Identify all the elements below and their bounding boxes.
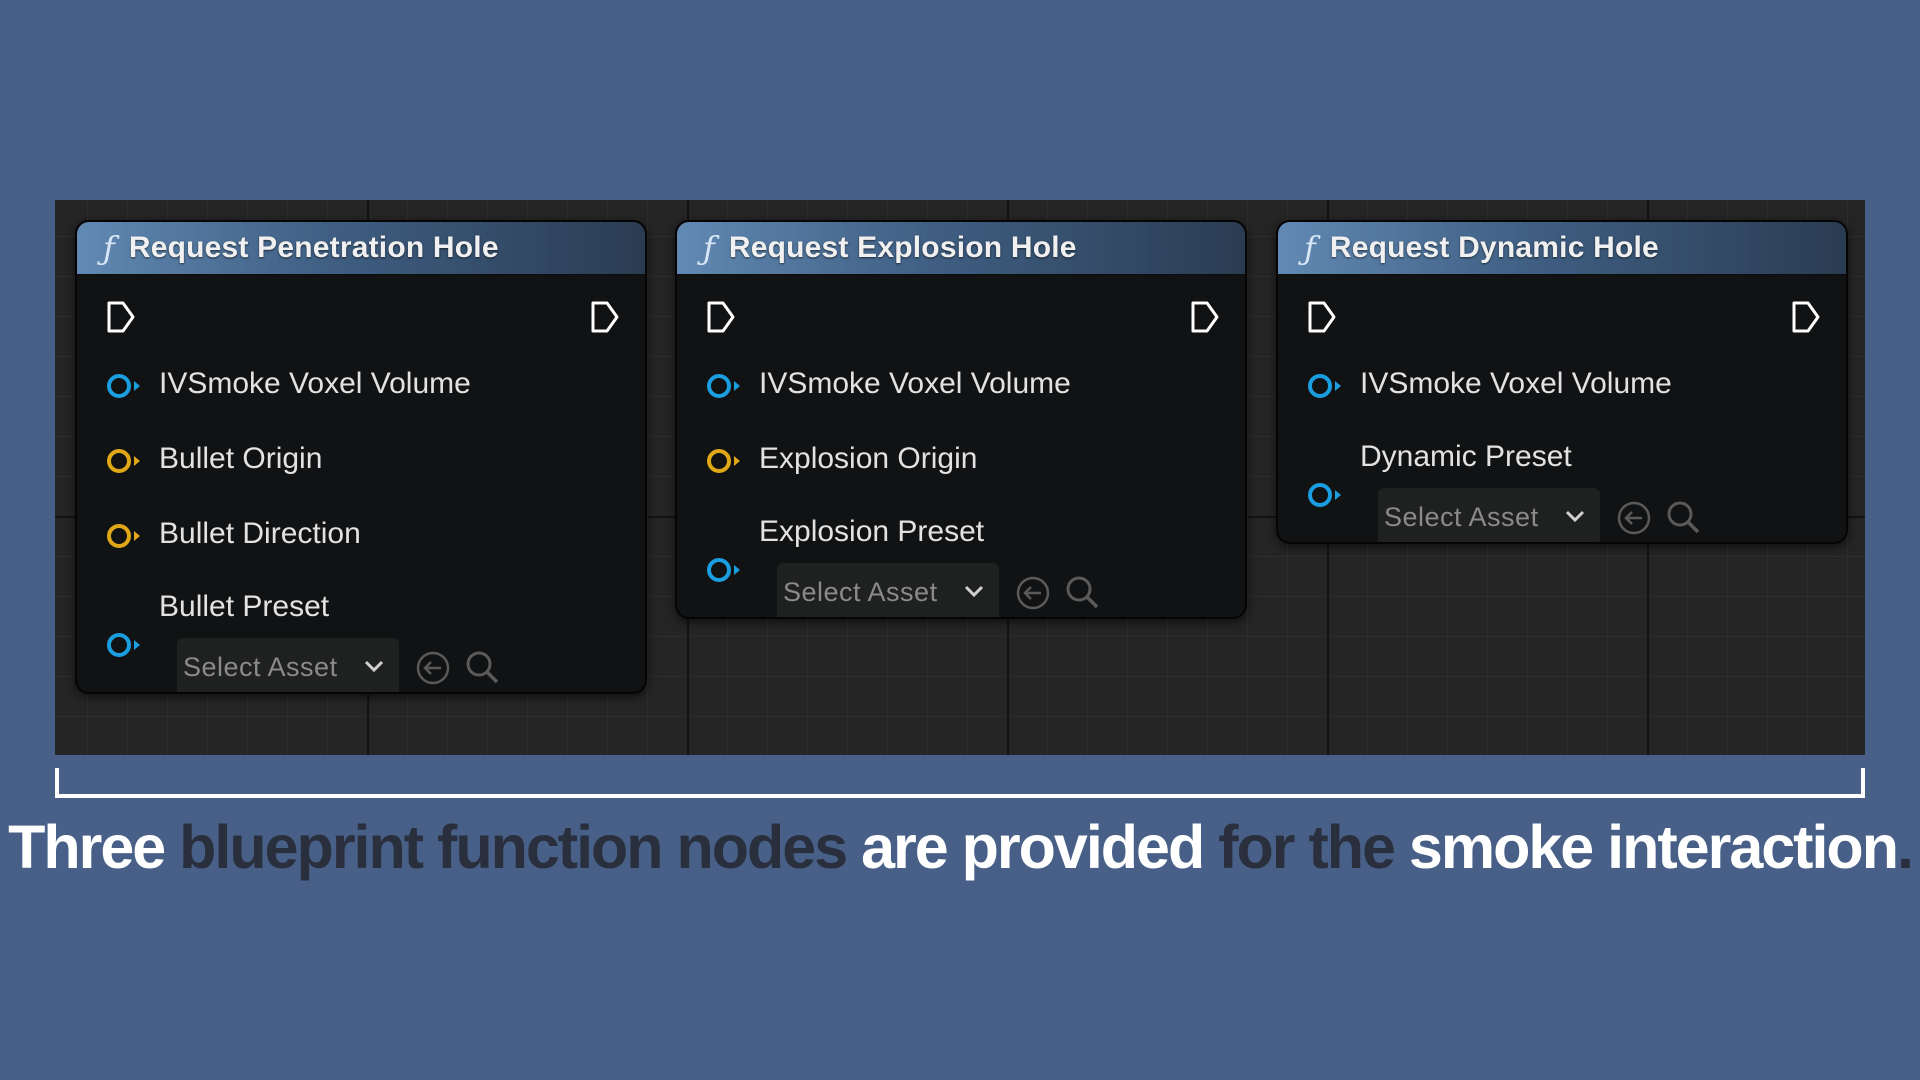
caption-part: smoke interaction [1408, 813, 1899, 881]
select-asset-text: Select Asset [1384, 501, 1539, 532]
exec-row [1278, 275, 1846, 351]
select-asset-text: Select Asset [183, 651, 338, 682]
exec-in-pin-icon[interactable] [105, 299, 137, 335]
function-icon: ƒ [1304, 229, 1316, 267]
caption-part: for the [1218, 813, 1396, 881]
use-selected-asset-icon[interactable] [1616, 500, 1652, 536]
pin-label: IVSmoke Voxel Volume [759, 367, 1071, 400]
exec-out-pin-icon[interactable] [589, 299, 621, 335]
vector-pin-icon[interactable] [105, 521, 145, 551]
object-pin-icon[interactable] [1306, 480, 1346, 510]
pin-label: Bullet Direction [159, 517, 361, 550]
pin-explosion-preset: Explosion Preset Select Asset [677, 501, 1245, 617]
browse-asset-icon[interactable] [1664, 498, 1702, 536]
exec-row [677, 275, 1245, 351]
pin-label: Bullet Preset [159, 590, 330, 623]
node-title: Request Dynamic Hole [1329, 231, 1659, 264]
select-asset-dropdown[interactable]: Select Asset [1378, 488, 1600, 542]
object-pin-icon[interactable] [1306, 371, 1346, 401]
select-asset-dropdown[interactable]: Select Asset [777, 563, 999, 617]
pin-ivsmoke-voxel-volume: IVSmoke Voxel Volume [677, 351, 1245, 426]
blueprint-graph-canvas[interactable]: ƒ Request Penetration Hole IVSmoke Voxel… [55, 200, 1865, 755]
select-asset-text: Select Asset [783, 576, 938, 607]
pin-label: Explosion Origin [759, 442, 978, 475]
exec-in-pin-icon[interactable] [705, 299, 737, 335]
use-selected-asset-icon[interactable] [1015, 575, 1051, 611]
exec-out-pin-icon[interactable] [1790, 299, 1822, 335]
chevron-down-icon [364, 660, 384, 673]
node-request-explosion-hole[interactable]: ƒ Request Explosion Hole IVSmoke Voxel V… [675, 220, 1247, 619]
node-title: Request Penetration Hole [128, 231, 499, 264]
exec-out-pin-icon[interactable] [1189, 299, 1221, 335]
pin-ivsmoke-voxel-volume: IVSmoke Voxel Volume [1278, 351, 1846, 426]
caption: Three blueprint function nodes are provi… [0, 812, 1920, 882]
use-selected-asset-icon[interactable] [415, 650, 451, 686]
caption-part: blueprint function nodes [179, 813, 848, 881]
caption-part: Three [8, 813, 166, 881]
select-asset-dropdown[interactable]: Select Asset [177, 638, 399, 692]
exec-in-pin-icon[interactable] [1306, 299, 1338, 335]
node-header[interactable]: ƒ Request Explosion Hole [677, 222, 1245, 275]
pin-bullet-direction: Bullet Direction [77, 501, 645, 576]
pin-label: IVSmoke Voxel Volume [1360, 367, 1672, 400]
node-request-penetration-hole[interactable]: ƒ Request Penetration Hole IVSmoke Voxel… [75, 220, 647, 694]
caption-bracket [55, 768, 1865, 798]
object-pin-icon[interactable] [105, 371, 145, 401]
function-icon: ƒ [103, 229, 115, 267]
node-header[interactable]: ƒ Request Dynamic Hole [1278, 222, 1846, 275]
chevron-down-icon [1565, 510, 1585, 523]
pin-dynamic-preset: Dynamic Preset Select Asset [1278, 426, 1846, 542]
pin-label: Dynamic Preset [1360, 440, 1572, 473]
pin-label: IVSmoke Voxel Volume [159, 367, 471, 400]
exec-row [77, 275, 645, 351]
pin-ivsmoke-voxel-volume: IVSmoke Voxel Volume [77, 351, 645, 426]
object-pin-icon[interactable] [105, 630, 145, 660]
pin-label: Bullet Origin [159, 442, 323, 475]
vector-pin-icon[interactable] [105, 446, 145, 476]
browse-asset-icon[interactable] [1063, 573, 1101, 611]
pin-bullet-preset: Bullet Preset Select Asset [77, 576, 645, 692]
pin-explosion-origin: Explosion Origin [677, 426, 1245, 501]
caption-part: are provided [861, 813, 1205, 881]
pin-label: Explosion Preset [759, 515, 985, 548]
vector-pin-icon[interactable] [705, 446, 745, 476]
node-title: Request Explosion Hole [728, 231, 1077, 264]
pin-bullet-origin: Bullet Origin [77, 426, 645, 501]
caption-part: . [1896, 813, 1914, 881]
node-header[interactable]: ƒ Request Penetration Hole [77, 222, 645, 275]
object-pin-icon[interactable] [705, 555, 745, 585]
node-request-dynamic-hole[interactable]: ƒ Request Dynamic Hole IVSmoke Voxel Vol… [1276, 220, 1848, 544]
function-icon: ƒ [703, 229, 715, 267]
browse-asset-icon[interactable] [463, 648, 501, 686]
object-pin-icon[interactable] [705, 371, 745, 401]
chevron-down-icon [964, 585, 984, 598]
